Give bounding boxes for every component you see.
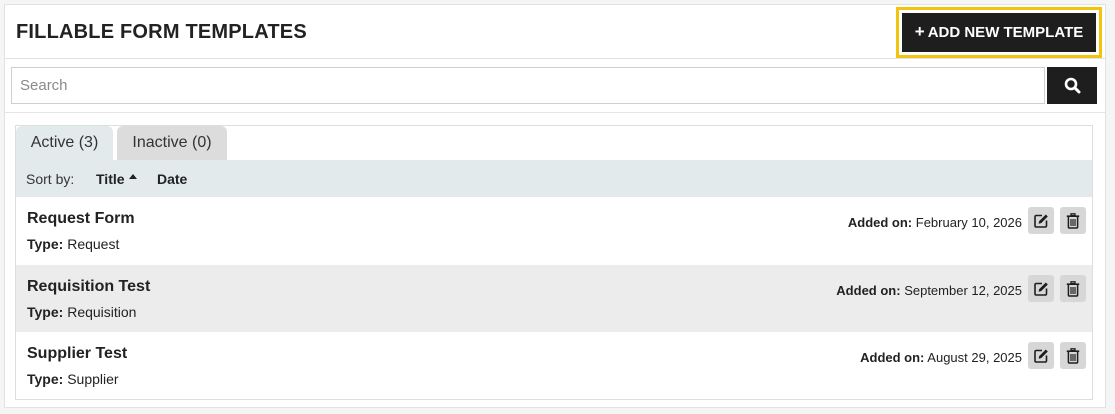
added-label: Added on: <box>847 215 913 230</box>
template-added-date: Added on: February 10, 2026 <box>848 215 1022 230</box>
edit-icon <box>1034 214 1048 228</box>
template-type: Type: Supplier <box>27 371 119 387</box>
plus-icon: + <box>914 22 925 41</box>
template-title[interactable]: Requisition Test <box>27 278 150 296</box>
type-label: Type: <box>27 236 64 252</box>
sort-by-title[interactable]: Title <box>96 171 125 187</box>
tab-active[interactable]: Active (3) <box>16 126 113 160</box>
delete-button[interactable] <box>1060 207 1086 234</box>
template-list: Active (3) Inactive (0) Sort by: Title D… <box>15 125 1093 400</box>
page-title: FILLABLE FORM TEMPLATES <box>16 21 307 43</box>
sort-by-date[interactable]: Date <box>157 171 187 187</box>
type-label: Type: <box>27 304 64 320</box>
template-added-date: Added on: September 12, 2025 <box>836 283 1022 298</box>
template-title[interactable]: Request Form <box>27 210 135 228</box>
add-new-template-label: ADD NEW TEMPLATE <box>927 24 1084 41</box>
added-label: Added on: <box>836 283 901 298</box>
delete-button[interactable] <box>1060 342 1086 369</box>
sort-bar: Sort by: Title Date <box>16 160 1092 197</box>
page-header: FILLABLE FORM TEMPLATES + ADD NEW TEMPLA… <box>5 5 1105 59</box>
template-added-date: Added on: August 29, 2025 <box>860 350 1022 365</box>
divider <box>5 112 1105 113</box>
templates-panel: FILLABLE FORM TEMPLATES + ADD NEW TEMPLA… <box>4 4 1106 408</box>
added-value: September 12, 2025 <box>904 283 1022 298</box>
search-icon <box>1064 77 1080 94</box>
template-row: Requisition Test Type: Requisition Added… <box>16 265 1092 332</box>
template-row: Supplier Test Type: Supplier Added on: A… <box>16 332 1092 399</box>
edit-button[interactable] <box>1028 275 1054 302</box>
search-input[interactable] <box>11 67 1045 104</box>
sort-ascending-caret-icon <box>129 174 137 179</box>
added-label: Added on: <box>860 350 925 365</box>
add-new-template-button[interactable]: + ADD NEW TEMPLATE <box>896 7 1102 58</box>
template-type: Type: Requisition <box>27 304 136 320</box>
template-row: Request Form Type: Request Added on: Feb… <box>16 197 1092 264</box>
type-value: Supplier <box>67 371 119 387</box>
edit-button[interactable] <box>1028 207 1054 234</box>
template-type: Type: Request <box>27 236 119 252</box>
edit-icon <box>1034 349 1048 363</box>
sort-by-label: Sort by: <box>26 171 75 187</box>
search-button[interactable] <box>1047 67 1097 104</box>
added-value: February 10, 2026 <box>915 215 1022 230</box>
type-value: Requisition <box>67 304 137 320</box>
trash-icon <box>1066 212 1080 229</box>
tab-inactive[interactable]: Inactive (0) <box>117 126 227 160</box>
add-new-template-button-inner[interactable]: + ADD NEW TEMPLATE <box>902 13 1096 52</box>
type-label: Type: <box>27 371 64 387</box>
trash-icon <box>1066 280 1080 297</box>
template-title[interactable]: Supplier Test <box>27 345 127 363</box>
added-value: August 29, 2025 <box>927 350 1022 365</box>
type-value: Request <box>67 236 120 252</box>
edit-icon <box>1034 282 1048 296</box>
trash-icon <box>1066 347 1080 364</box>
delete-button[interactable] <box>1060 275 1086 302</box>
edit-button[interactable] <box>1028 342 1054 369</box>
